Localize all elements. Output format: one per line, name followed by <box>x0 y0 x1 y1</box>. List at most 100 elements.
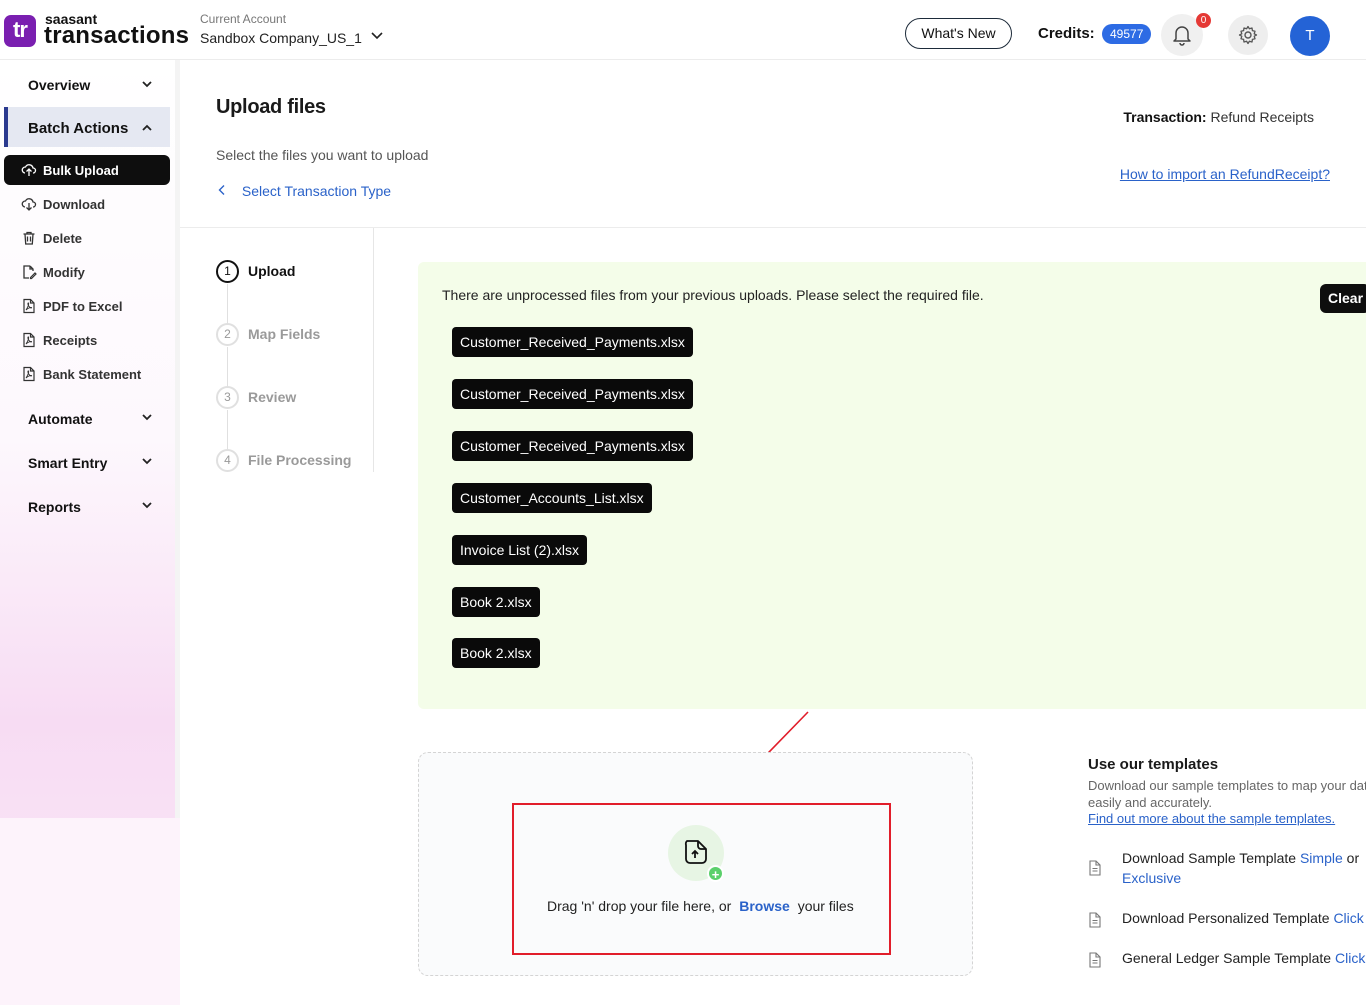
document-icon <box>1089 912 1101 928</box>
trash-icon <box>23 231 35 245</box>
chevron-up-icon[interactable] <box>142 123 152 133</box>
pdf-icon <box>23 298 35 314</box>
step-number: 4 <box>216 449 239 472</box>
unprocessed-file-chip[interactable]: Book 2.xlsx <box>452 638 540 668</box>
template-row-text: Download Personalized Template Click H <box>1122 910 1366 926</box>
cloud-upload-icon <box>21 164 37 176</box>
sidebar-item-overview[interactable]: Overview <box>28 77 90 93</box>
current-account-label: Current Account <box>200 12 287 26</box>
back-link-label: Select Transaction Type <box>241 183 392 199</box>
cloud-download-icon <box>21 198 37 211</box>
chevron-down-icon[interactable] <box>369 28 385 44</box>
templates-description: Download our sample templates to map you… <box>1088 778 1366 810</box>
sidebar-batch-actions-label: Batch Actions <box>28 120 129 137</box>
unprocessed-file-chip[interactable]: Invoice List (2).xlsx <box>452 535 588 565</box>
logo-brand-name: transactions <box>44 22 190 49</box>
clear-button[interactable]: Clear <box>1320 284 1366 313</box>
sidebar-item-label: Delete <box>43 231 83 246</box>
credits-badge: 49577 <box>1102 24 1152 44</box>
chevron-down-icon[interactable] <box>142 412 152 422</box>
chevron-left-icon <box>218 185 225 195</box>
page-title: Upload files <box>216 96 326 118</box>
exclusive-template-link[interactable]: Exclusive <box>1122 870 1181 886</box>
sidebar-divider <box>175 60 180 820</box>
general-ledger-template-link[interactable]: Click H <box>1335 950 1366 966</box>
step-label: Upload <box>248 263 296 279</box>
templates-learn-more-link[interactable]: Find out more about the sample templates… <box>1088 811 1335 826</box>
transaction-value: Refund Receipts <box>1210 109 1314 125</box>
current-account-value[interactable]: Sandbox Company_US_1 <box>200 30 362 46</box>
gear-icon <box>1238 25 1258 45</box>
sidebar-item-label: Modify <box>43 265 85 280</box>
document-icon <box>1089 952 1101 968</box>
template-row-label: General Ledger Sample Template <box>1122 950 1332 966</box>
whats-new-button[interactable]: What's New <box>905 18 1012 49</box>
sidebar-item-smart-entry[interactable]: Smart Entry <box>28 455 107 471</box>
sidebar-item-pdf-to-excel[interactable]: PDF to Excel <box>4 291 170 321</box>
sidebar-item-bank-statement[interactable]: Bank Statement <box>4 359 170 389</box>
template-row-text: General Ledger Sample Template Click H <box>1122 950 1366 966</box>
templates-title: Use our templates <box>1088 756 1219 773</box>
step-label: Review <box>248 389 297 405</box>
template-row-label: Download Personalized Template <box>1122 910 1330 926</box>
stepper-divider <box>373 228 374 472</box>
template-row-text: Download Sample Template Simple or Exclu… <box>1122 850 1359 886</box>
page-subtitle: Select the files you want to upload <box>216 147 429 163</box>
chevron-down-icon[interactable] <box>142 456 152 466</box>
template-row-label: Download Sample Template <box>1122 850 1297 866</box>
personalized-template-link[interactable]: Click H <box>1333 910 1366 926</box>
how-to-import-link[interactable]: How to import an RefundReceipt? <box>1120 166 1330 182</box>
sidebar: Overview Batch Actions Bulk Upload Downl… <box>0 60 180 1005</box>
step-connector <box>227 410 228 450</box>
step-number: 3 <box>216 386 239 409</box>
sidebar-item-reports[interactable]: Reports <box>28 499 81 515</box>
sidebar-item-label: Bank Statement <box>43 367 142 382</box>
notification-count-badge: 0 <box>1196 13 1211 28</box>
sidebar-item-automate[interactable]: Automate <box>28 411 93 427</box>
unprocessed-file-chip[interactable]: Customer_Accounts_List.xlsx <box>452 483 652 513</box>
browse-files-link[interactable]: Browse <box>739 898 790 914</box>
step-label: Map Fields <box>248 326 321 342</box>
content-divider <box>180 227 1366 228</box>
simple-template-link[interactable]: Simple <box>1300 850 1343 866</box>
unprocessed-file-chip[interactable]: Customer_Received_Payments.xlsx <box>452 431 693 461</box>
sidebar-item-label: Download <box>43 197 106 212</box>
document-icon <box>1089 860 1101 876</box>
edit-file-icon <box>23 265 37 280</box>
unprocessed-file-chip[interactable]: Book 2.xlsx <box>452 587 540 617</box>
unprocessed-files-message: There are unprocessed files from your pr… <box>442 287 984 303</box>
settings-button[interactable] <box>1228 15 1268 55</box>
step-number: 1 <box>216 260 239 283</box>
dropzone-text-before: Drag 'n' drop your file here, or <box>547 898 732 914</box>
logo-mark: tr <box>4 15 36 47</box>
user-avatar[interactable]: T <box>1290 16 1330 56</box>
transaction-label: Transaction: <box>1123 109 1207 125</box>
dropzone-text-after: your files <box>797 898 854 914</box>
receipt-icon <box>23 332 35 348</box>
sidebar-item-receipts[interactable]: Receipts <box>4 325 170 355</box>
sidebar-item-label: Receipts <box>43 333 98 348</box>
sidebar-item-label: PDF to Excel <box>43 299 123 314</box>
plus-badge-icon: + <box>707 865 724 882</box>
step-connector <box>227 347 228 387</box>
select-transaction-type-link[interactable]: Select Transaction Type <box>216 183 391 199</box>
unprocessed-file-chip[interactable]: Customer_Received_Payments.xlsx <box>452 327 693 357</box>
step-label: File Processing <box>248 452 352 468</box>
chevron-down-icon[interactable] <box>142 79 152 89</box>
top-header: tr saasant transactions Current Account … <box>0 0 1366 60</box>
sidebar-item-delete[interactable]: Delete <box>4 223 170 253</box>
sidebar-footer-area <box>0 818 180 1005</box>
template-or-text: or <box>1346 850 1360 866</box>
sidebar-item-modify[interactable]: Modify <box>4 257 170 287</box>
upload-file-icon <box>684 840 707 864</box>
sidebar-item-download[interactable]: Download <box>4 189 170 219</box>
sidebar-item-bulk-upload[interactable]: Bulk Upload <box>4 155 170 185</box>
unprocessed-file-chip[interactable]: Customer_Received_Payments.xlsx <box>452 379 693 409</box>
bell-icon <box>1173 26 1191 46</box>
credits-label: Credits: <box>1038 25 1095 42</box>
step-number: 2 <box>216 323 239 346</box>
dropzone-instructions: Drag 'n' drop your file here, or Browse … <box>547 898 854 914</box>
bank-statement-icon <box>23 366 35 382</box>
sidebar-item-label: Bulk Upload <box>43 163 119 178</box>
chevron-down-icon[interactable] <box>142 500 152 510</box>
